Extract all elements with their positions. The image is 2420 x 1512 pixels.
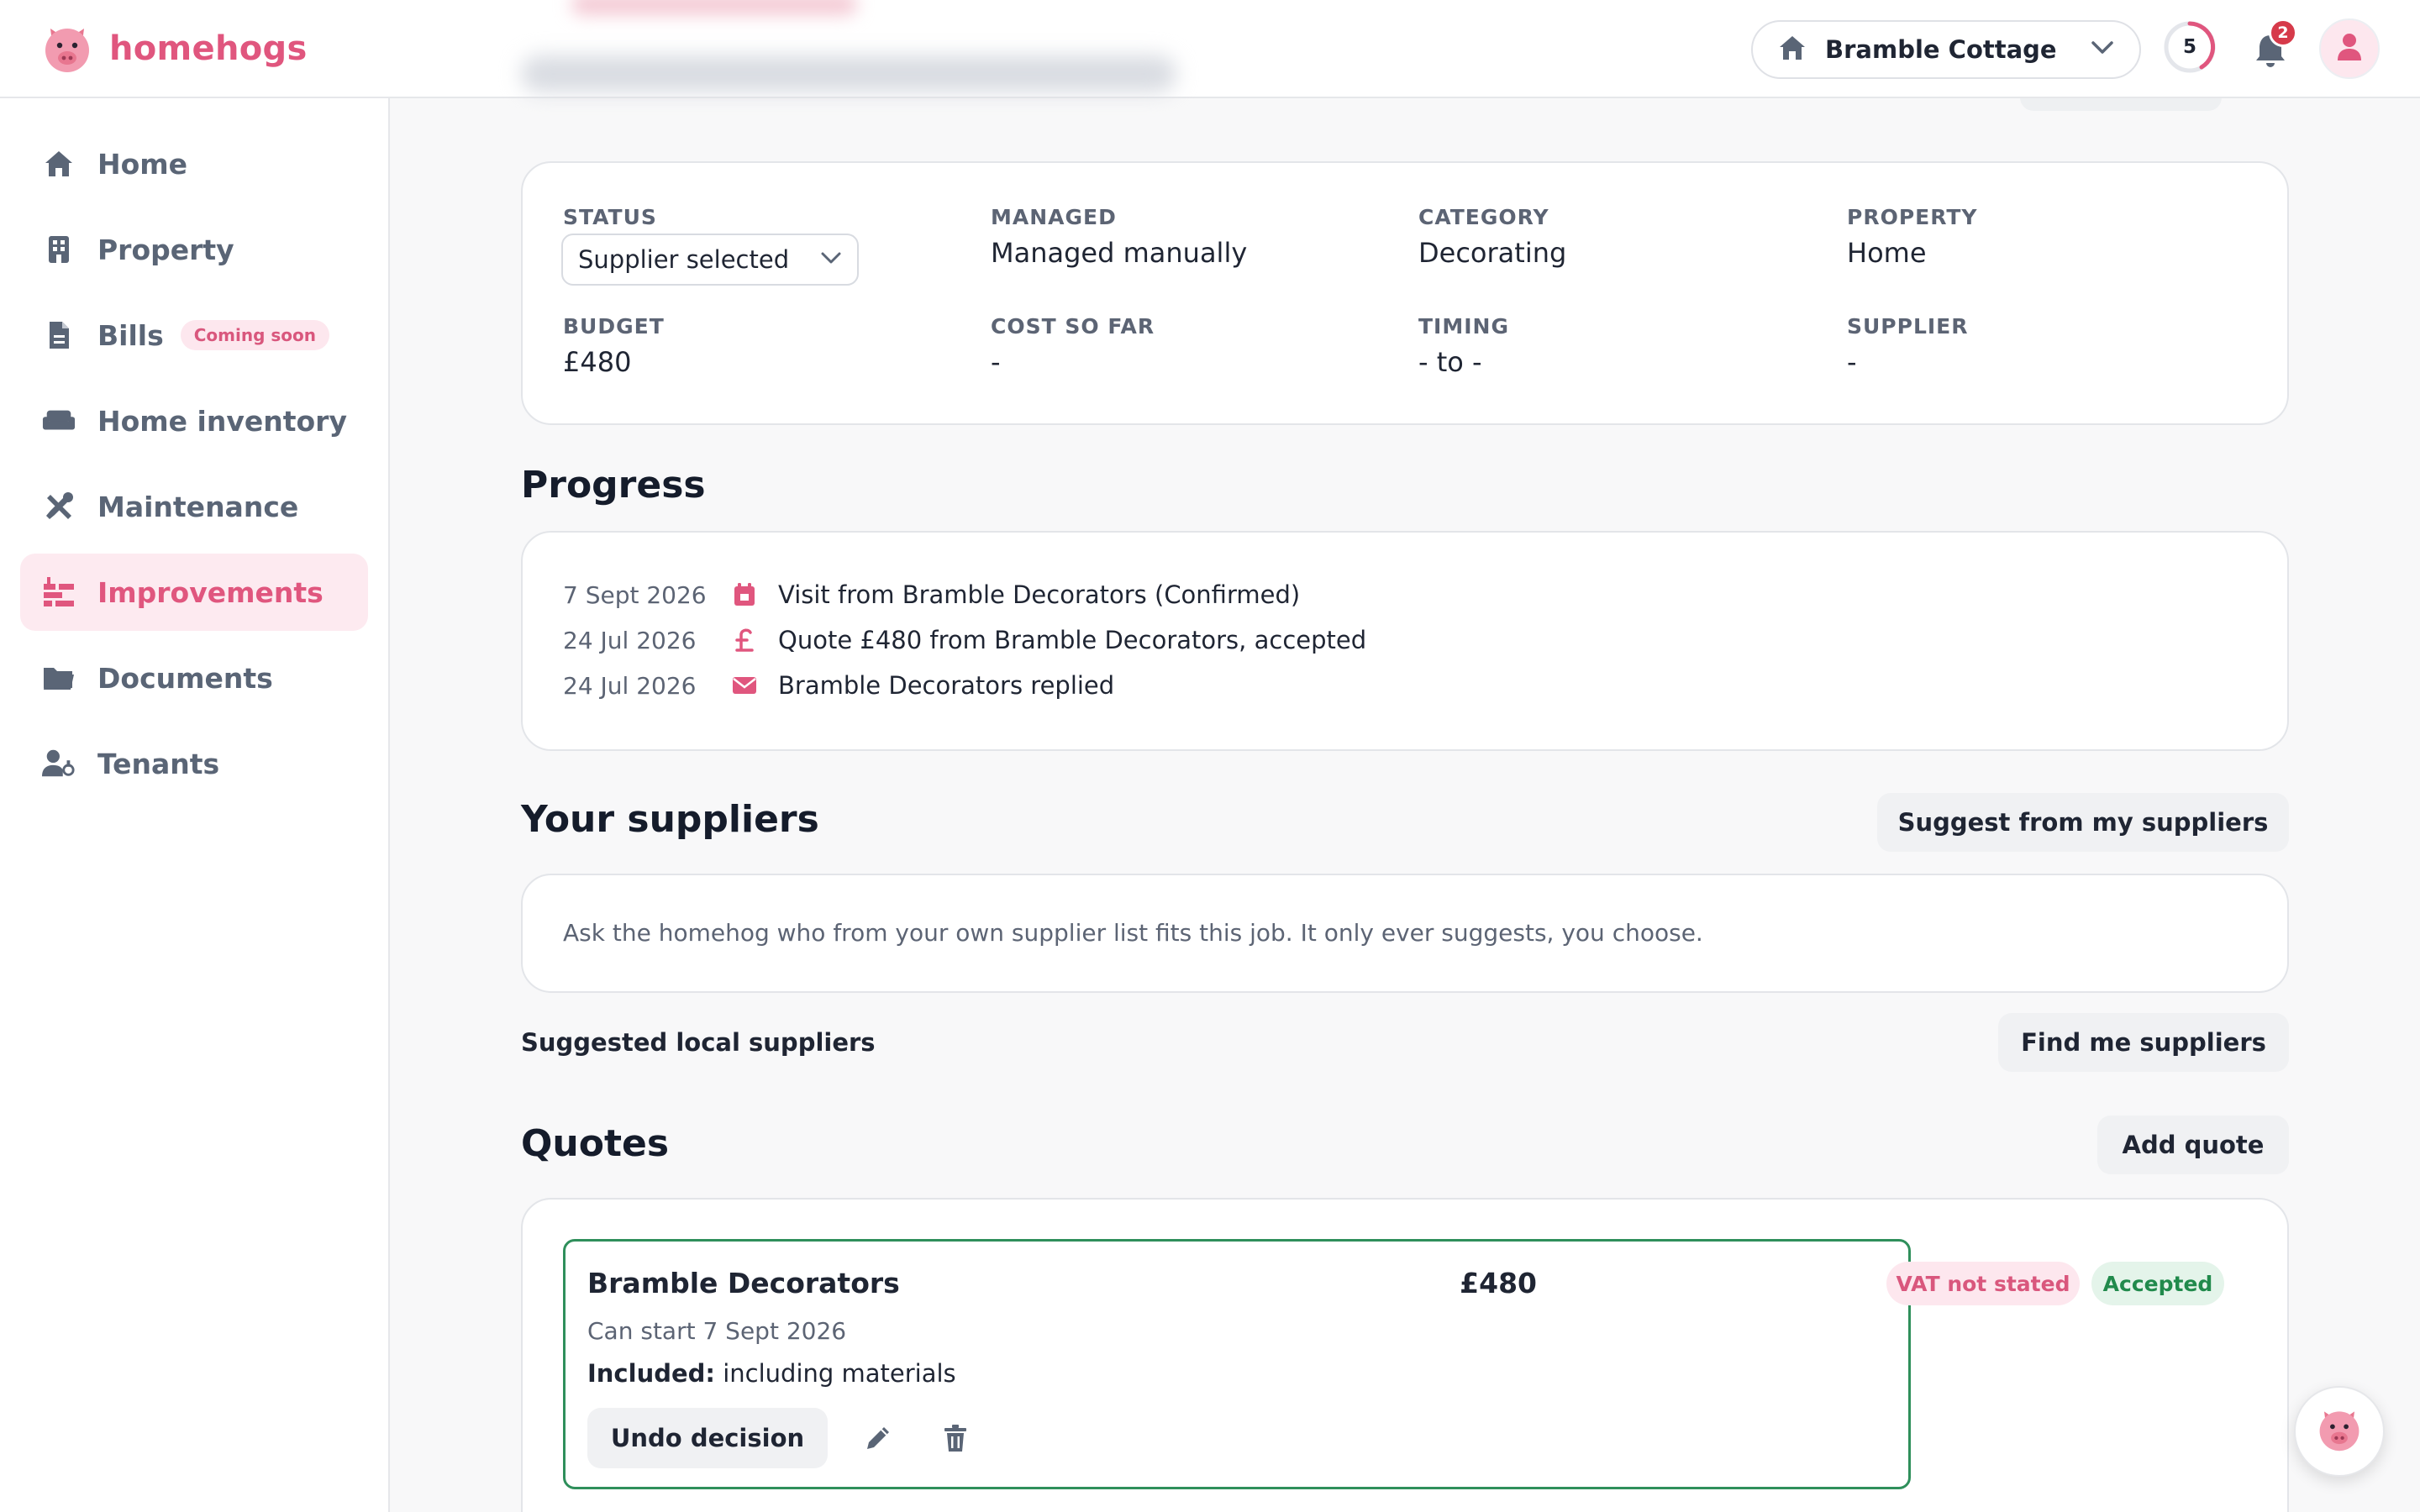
sidebar-item-label: Improvements [97,575,324,609]
sidebar-item-property[interactable]: Property [20,211,368,288]
managed-value: Managed manually [991,237,1248,269]
pig-logo-icon [44,24,91,74]
sidebar-item-home[interactable]: Home [20,125,368,202]
house-icon [1778,34,1807,65]
user-avatar[interactable] [2319,18,2380,79]
sidebar-item-label: Tenants [97,747,220,780]
sidebar-item-label: Bills [97,318,164,352]
quote-supplier-name: Bramble Decorators [587,1267,900,1299]
quotes-heading: Quotes [521,1122,670,1165]
managed-label: MANAGED [991,205,1117,229]
quote-start-date: Can start 7 Sept 2026 [587,1317,847,1345]
chevron-down-icon [820,251,842,268]
accepted-badge: Accepted [2091,1262,2224,1305]
progress-event: 24 Jul 2026 Bramble Decorators replied [563,669,1114,702]
sidebar-item-tenants[interactable]: Tenants [20,725,368,802]
sidebar-item-label: Home [97,147,188,181]
property-selector-label: Bramble Cottage [1825,35,2057,64]
sidebar-item-label: Property [97,233,234,266]
property-label: PROPERTY [1847,205,1978,229]
category-value: Decorating [1418,237,1567,269]
blurred-page-header [521,0,1193,98]
quote-included-label: Included: [587,1359,715,1388]
vat-badge: VAT not stated [1886,1262,2080,1305]
tenant-icon [42,747,76,780]
progress-event-text: Visit from Bramble Decorators (Confirmed… [778,580,1301,609]
sidebar: Home Property Bills Coming soon Home inv… [0,98,390,1512]
budget-label: BUDGET [563,314,665,339]
progress-ring[interactable]: 5 [2163,20,2217,74]
delete-trash-icon[interactable] [939,1421,972,1455]
sidebar-item-improvements[interactable]: Improvements [20,554,368,631]
progress-event: 7 Sept 2026 Visit from Bramble Decorator… [563,578,1300,612]
supplier-value: - [1847,346,1857,378]
sidebar-item-label: Home inventory [97,404,347,438]
sidebar-item-label: Maintenance [97,490,299,523]
sidebar-item-label: Documents [97,661,273,695]
top-bar: homehogs Bramble Cottage 5 2 [0,0,2420,98]
sidebar-item-bills[interactable]: Bills Coming soon [20,297,368,374]
home-icon [42,147,76,181]
quote-item: Bramble Decorators £480 VAT not stated A… [563,1239,2224,1489]
details-card [521,161,2289,425]
property-selector[interactable]: Bramble Cottage [1751,20,2141,79]
homehog-assistant-button[interactable] [2294,1386,2385,1477]
pig-assistant-icon [2317,1407,2361,1456]
add-quote-button[interactable]: Add quote [2097,1116,2289,1174]
progress-event-text: Bramble Decorators replied [778,671,1115,700]
progress-event-date: 7 Sept 2026 [563,580,707,609]
suggested-local-suppliers-heading: Suggested local suppliers [521,1028,876,1057]
sofa-icon [42,404,76,438]
progress-event-date: 24 Jul 2026 [563,626,697,654]
property-value: Home [1847,237,1927,269]
progress-event: 24 Jul 2026 Quote £480 from Bramble Deco… [563,623,1366,657]
suppliers-hint-text: Ask the homehog who from your own suppli… [563,919,1703,947]
improvements-icon [42,575,76,609]
edit-pencil-icon[interactable] [861,1421,895,1455]
sidebar-item-maintenance[interactable]: Maintenance [20,468,368,545]
envelope-icon [728,669,761,702]
document-icon [42,318,76,352]
folder-icon [42,661,76,695]
suggest-from-my-suppliers-button[interactable]: Suggest from my suppliers [1877,793,2289,852]
supplier-label: SUPPLIER [1847,314,1969,339]
timing-value: - to - [1418,346,1482,378]
brand-name: homehogs [109,29,308,68]
quote-included: Included: including materials [587,1359,956,1388]
progress-heading: Progress [521,464,706,507]
building-icon [42,233,76,266]
user-icon [2336,32,2363,66]
cost-so-far-label: COST SO FAR [991,314,1155,339]
tools-icon [42,490,76,523]
progress-event-date: 24 Jul 2026 [563,671,697,700]
sidebar-item-documents[interactable]: Documents [20,639,368,717]
status-select[interactable]: Supplier selected [561,234,859,286]
chevron-down-icon [2091,40,2114,59]
undo-decision-button[interactable]: Undo decision [587,1408,828,1468]
find-me-suppliers-button[interactable]: Find me suppliers [1998,1013,2289,1072]
notification-count-badge: 2 [2269,18,2297,47]
brand[interactable]: homehogs [44,24,308,74]
status-select-value: Supplier selected [578,245,790,274]
status-label: STATUS [563,205,657,229]
calendar-icon [728,578,761,612]
coming-soon-badge: Coming soon [180,320,329,350]
your-suppliers-heading: Your suppliers [521,798,819,841]
timing-label: TIMING [1418,314,1509,339]
quote-included-value: including materials [723,1359,956,1388]
cost-so-far-value: - [991,346,1001,378]
progress-event-text: Quote £480 from Bramble Decorators, acce… [778,626,1367,654]
pound-icon [728,623,761,657]
category-label: CATEGORY [1418,205,1549,229]
progress-count: 5 [2182,36,2196,58]
budget-value: £480 [563,346,632,378]
quote-price: £480 [1460,1267,1537,1299]
sidebar-item-home-inventory[interactable]: Home inventory [20,382,368,459]
